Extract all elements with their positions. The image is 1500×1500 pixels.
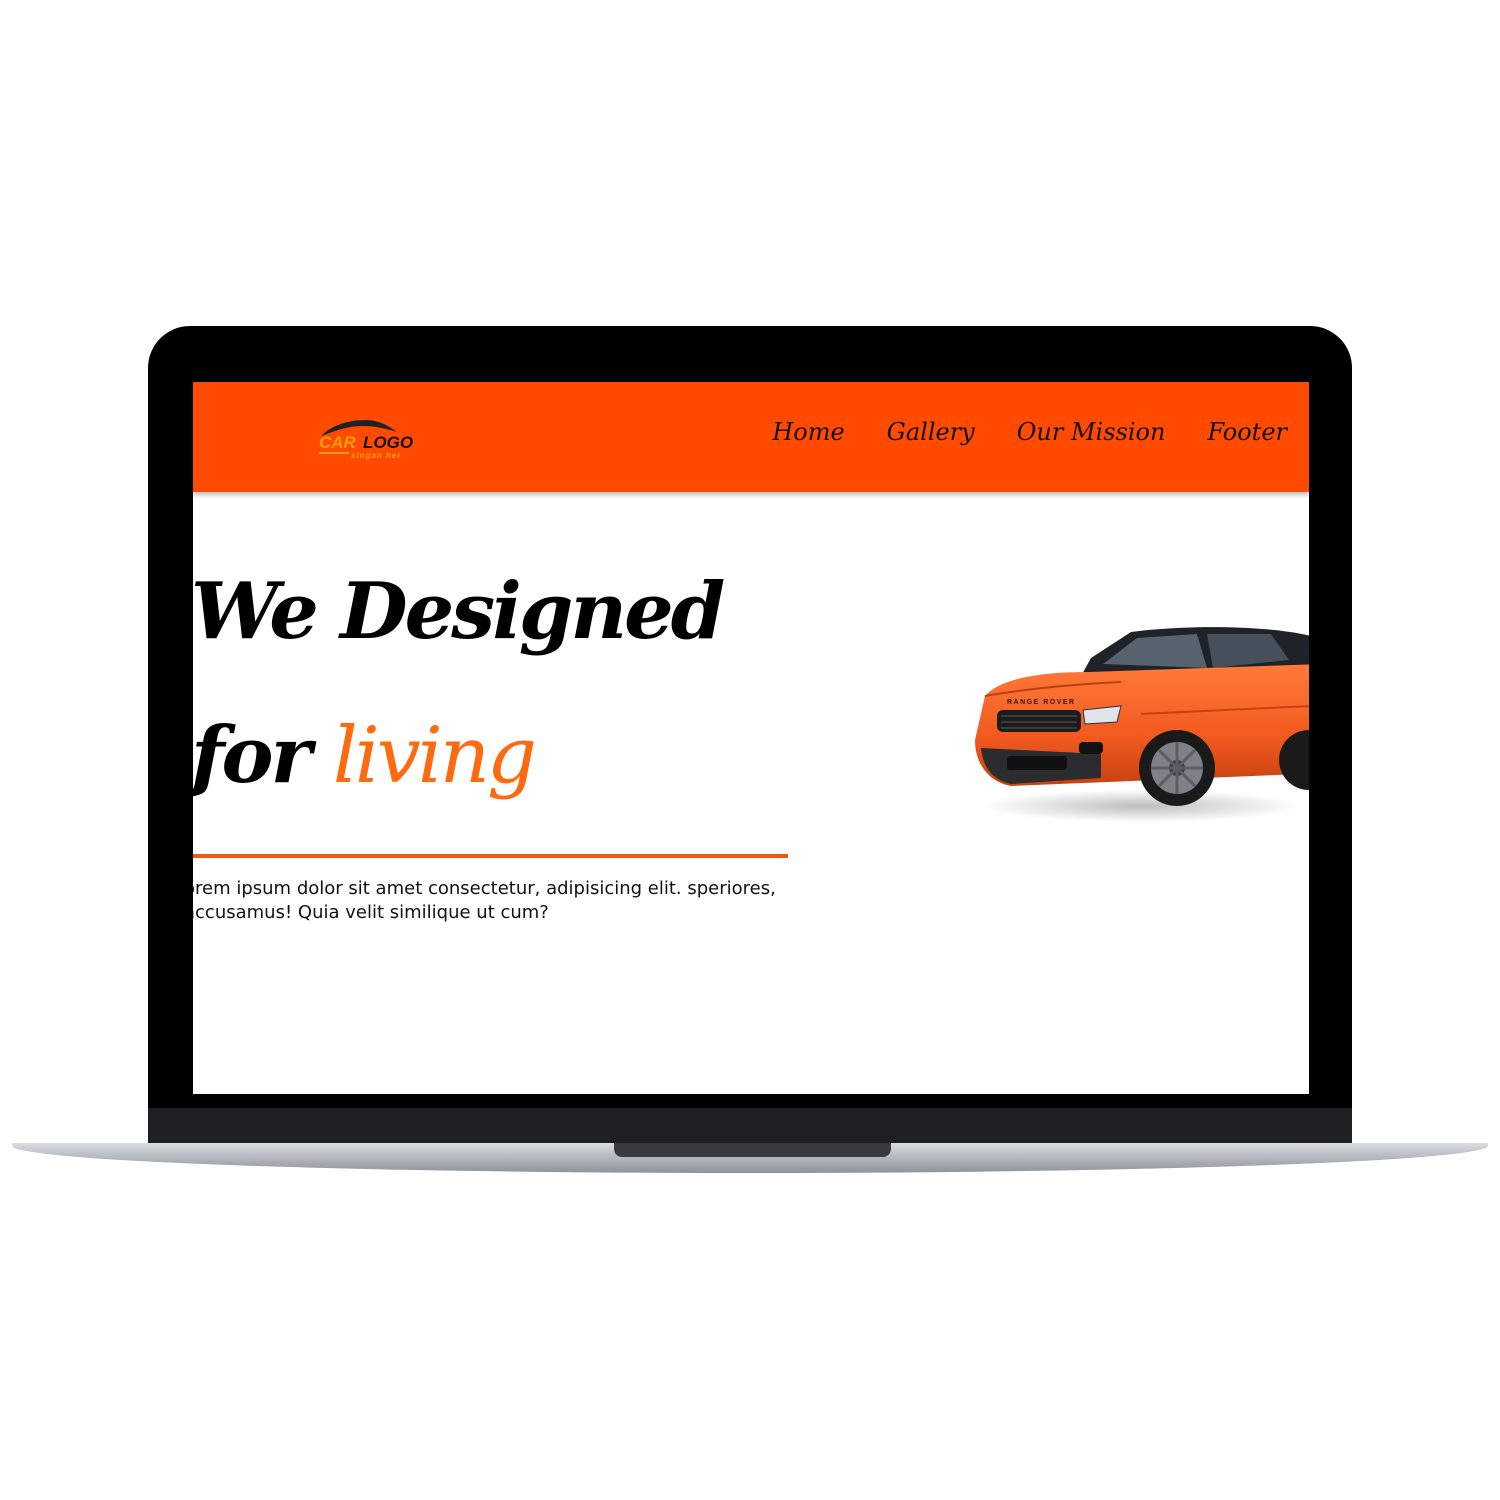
nav-link-our-mission[interactable]: Our Mission [1017, 418, 1166, 446]
suv-car-image: RANGE ROVER [971, 618, 1309, 828]
logo-word-logo: LOGO [363, 433, 413, 452]
logo-slogan: slogan her [351, 451, 401, 460]
hero-title-line-1: We Designed [193, 566, 725, 657]
logo-word-car: CAR [319, 433, 357, 452]
car-badge-text: RANGE ROVER [1007, 699, 1076, 706]
nav-link-home[interactable]: Home [772, 418, 844, 446]
car-logo-icon: CAR LOGO slogan her [319, 420, 413, 460]
hero-title-line-2-lead: for [193, 710, 312, 801]
laptop-notch [614, 1143, 891, 1157]
car-illustration: RANGE ROVER [975, 627, 1309, 822]
nav-link-gallery[interactable]: Gallery [887, 418, 975, 446]
hero-divider [193, 854, 788, 858]
navbar: CAR LOGO slogan her Home Gallery Our Mis… [193, 382, 1309, 492]
car-logo[interactable]: CAR LOGO slogan her [317, 416, 429, 462]
nav-links: Home Gallery Our Mission Footer [772, 418, 1287, 446]
website-screen: CAR LOGO slogan her Home Gallery Our Mis… [193, 382, 1309, 1094]
nav-link-footer[interactable]: Footer [1207, 418, 1287, 446]
hero-title: We Designed for living [193, 540, 725, 828]
hero-title-accent: living [332, 711, 537, 801]
hero-body-text: orem ipsum dolor sit amet consectetur, a… [193, 878, 776, 923]
